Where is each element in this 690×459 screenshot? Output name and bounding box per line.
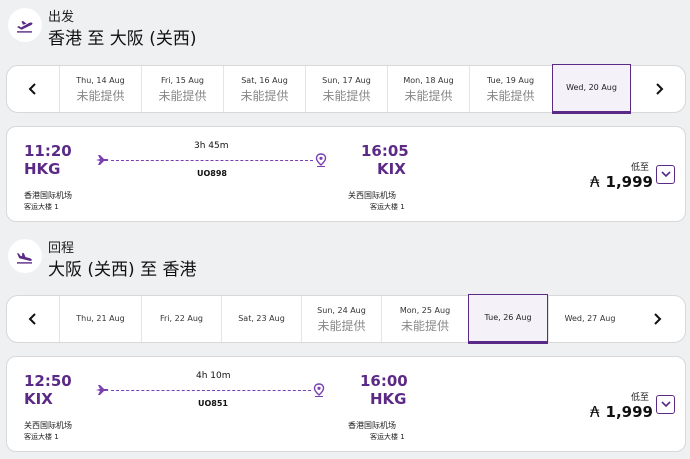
date-status: 未能提供 <box>486 89 535 103</box>
date-label: Tue, 26 Aug <box>484 313 532 322</box>
departure-terminal: 客运大楼 1 <box>24 433 59 441</box>
arrival-time: 16:05 <box>361 142 409 160</box>
date-option-selected[interactable]: Tue, 26 Aug <box>468 294 548 344</box>
plane-icon <box>96 385 109 395</box>
arrival-code: KIX <box>377 160 406 178</box>
flight-number: UO898 <box>197 169 227 178</box>
date-option[interactable]: Sat, 23 Aug <box>221 296 301 342</box>
departure-airport: 关西国际机场 <box>24 421 72 430</box>
chevron-left-icon <box>28 83 36 95</box>
date-option[interactable]: Wed, 27 Aug <box>548 296 631 342</box>
price-amount: 1,999 <box>605 173 653 191</box>
price-amount: 1,999 <box>605 403 653 421</box>
date-option[interactable]: Tue, 19 Aug 未能提供 <box>469 66 551 112</box>
date-label: Fri, 15 Aug <box>161 76 204 85</box>
departure-code: KIX <box>24 390 53 408</box>
date-label: Fri, 22 Aug <box>160 314 203 323</box>
flight-duration: 3h 45m <box>194 141 229 151</box>
next-dates-button[interactable] <box>633 66 685 112</box>
route-line <box>111 390 311 391</box>
inbound-route: 大阪 (关西) 至 香港 <box>48 260 197 280</box>
plane-landing-icon <box>8 239 42 273</box>
currency-symbol: ₳ <box>590 403 600 421</box>
date-label: Mon, 18 Aug <box>403 76 454 85</box>
arrival-terminal: 客运大楼 1 <box>370 203 405 211</box>
chevron-down-icon <box>660 171 671 178</box>
date-label: Wed, 27 Aug <box>564 314 616 323</box>
departure-code: HKG <box>24 160 61 178</box>
date-option[interactable]: Thu, 14 Aug 未能提供 <box>59 66 141 112</box>
date-label: Mon, 25 Aug <box>399 306 451 315</box>
inbound-label: 回程 <box>48 241 75 256</box>
route-line <box>111 160 313 161</box>
plane-icon <box>96 155 109 165</box>
location-pin-icon <box>313 383 325 397</box>
date-label: Sat, 16 Aug <box>241 76 288 85</box>
next-dates-button[interactable] <box>631 296 683 342</box>
date-option[interactable]: Fri, 22 Aug <box>141 296 221 342</box>
date-label: Wed, 20 Aug <box>566 83 617 92</box>
date-status: 未能提供 <box>76 89 125 103</box>
expand-fares-button[interactable] <box>656 165 675 184</box>
chevron-down-icon <box>660 401 671 408</box>
date-option[interactable]: Sun, 24 Aug 未能提供 <box>301 296 381 342</box>
date-status: 未能提供 <box>322 89 371 103</box>
inbound-flight-card[interactable]: 12:50 KIX 关西国际机场 客运大楼 1 4h 10m UO851 16:… <box>6 356 686 452</box>
date-status: 未能提供 <box>404 89 453 103</box>
flight-number: UO851 <box>198 399 228 408</box>
chevron-right-icon <box>654 313 662 325</box>
date-option[interactable]: Thu, 21 Aug <box>59 296 141 342</box>
date-label: Tue, 19 Aug <box>486 76 535 85</box>
date-status: 未能提供 <box>400 319 449 333</box>
date-option-selected[interactable]: Wed, 20 Aug <box>552 64 631 114</box>
date-label: Sat, 23 Aug <box>238 314 285 323</box>
outbound-route: 香港 至 大阪 (关西) <box>48 29 197 49</box>
date-option[interactable]: Fri, 15 Aug 未能提供 <box>141 66 223 112</box>
date-label: Thu, 14 Aug <box>76 76 125 85</box>
arrival-time: 16:00 <box>360 372 408 390</box>
outbound-flight-card[interactable]: 11:20 HKG 香港国际机场 客运大楼 1 3h 45m UO898 16:… <box>6 126 686 222</box>
arrival-terminal: 客运大楼 1 <box>370 433 405 441</box>
date-option[interactable]: Mon, 18 Aug 未能提供 <box>387 66 469 112</box>
expand-fares-button[interactable] <box>656 395 675 414</box>
location-pin-icon <box>315 153 327 167</box>
flight-duration: 4h 10m <box>196 371 231 381</box>
outbound-label: 出发 <box>48 10 75 25</box>
price: ₳ 1,999 <box>590 173 653 191</box>
price-from-label: 低至 <box>631 163 650 173</box>
date-status: 未能提供 <box>240 89 289 103</box>
departure-time: 11:20 <box>24 142 72 160</box>
date-label: Thu, 21 Aug <box>76 314 125 323</box>
arrival-airport: 关西国际机场 <box>348 191 396 200</box>
departure-terminal: 客运大楼 1 <box>24 203 59 211</box>
price-from-label: 低至 <box>631 393 650 403</box>
date-label: Sun, 17 Aug <box>322 76 371 85</box>
departure-time: 12:50 <box>24 372 72 390</box>
date-option[interactable]: Sun, 17 Aug 未能提供 <box>305 66 387 112</box>
date-option[interactable]: Mon, 25 Aug 未能提供 <box>381 296 468 342</box>
date-label: Sun, 24 Aug <box>317 306 366 315</box>
chevron-right-icon <box>656 83 664 95</box>
date-status: 未能提供 <box>317 319 366 333</box>
prev-dates-button[interactable] <box>7 66 59 112</box>
arrival-code: HKG <box>370 390 407 408</box>
date-option[interactable]: Sat, 16 Aug 未能提供 <box>223 66 305 112</box>
arrival-airport: 香港国际机场 <box>348 421 396 430</box>
inbound-date-bar: Thu, 21 Aug Fri, 22 Aug Sat, 23 Aug Sun,… <box>6 294 686 344</box>
outbound-date-bar: Thu, 14 Aug 未能提供 Fri, 15 Aug 未能提供 Sat, 16 … <box>6 64 686 114</box>
departure-airport: 香港国际机场 <box>24 191 72 200</box>
currency-symbol: ₳ <box>590 173 600 191</box>
chevron-left-icon <box>28 313 36 325</box>
price: ₳ 1,999 <box>590 403 653 421</box>
prev-dates-button[interactable] <box>7 296 59 342</box>
date-status: 未能提供 <box>158 89 207 103</box>
plane-takeoff-icon <box>8 8 42 42</box>
